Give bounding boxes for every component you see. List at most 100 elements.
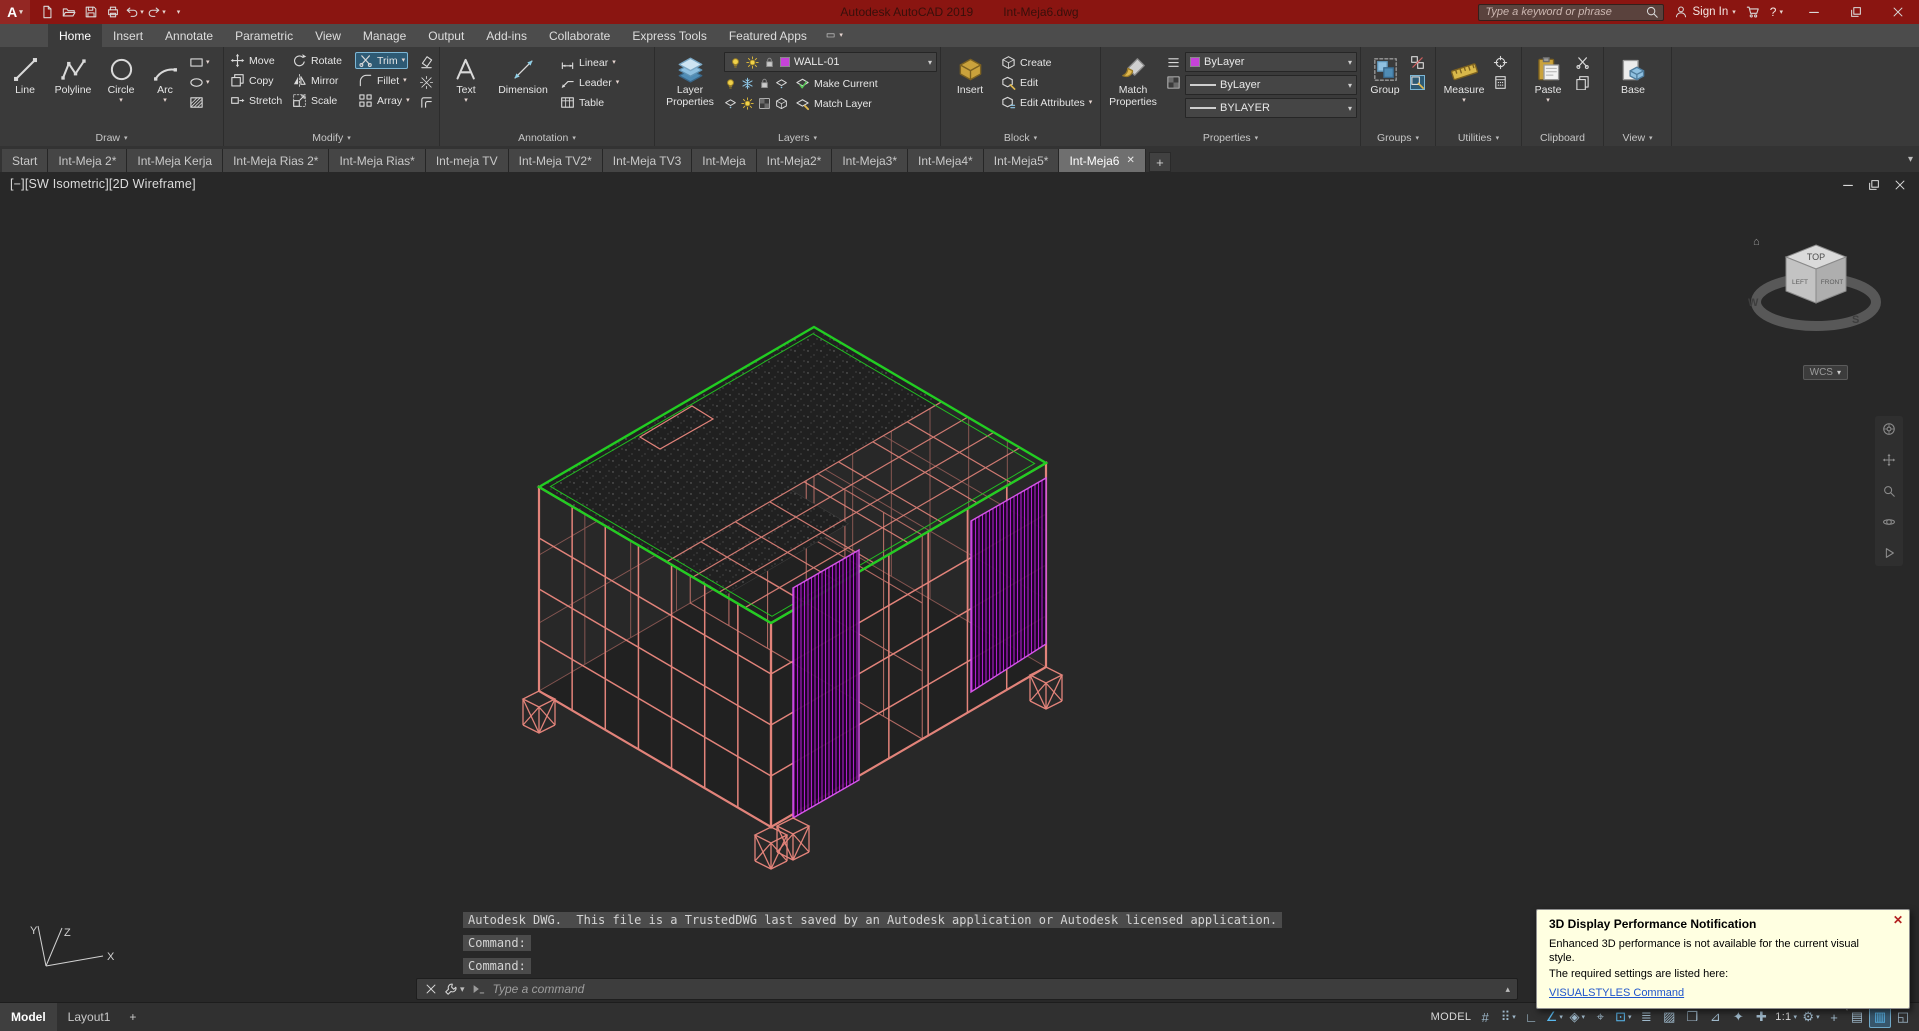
file-tab-int-meja-kerja[interactable]: Int-Meja Kerja: [127, 149, 223, 172]
file-tab-overflow-icon[interactable]: ▾: [1908, 154, 1913, 165]
door-panel[interactable]: [793, 550, 859, 818]
model-tab[interactable]: Model: [0, 1003, 57, 1031]
viewport-controls-label[interactable]: [−][SW Isometric][2D Wireframe]: [10, 177, 196, 191]
file-tab-int-meja2-[interactable]: Int-Meja2*: [757, 149, 833, 172]
explode-button[interactable]: [419, 75, 434, 90]
layer-isolate-button[interactable]: [775, 77, 788, 90]
ribbon-tab-view[interactable]: View: [304, 24, 352, 47]
expand-command-history-icon[interactable]: ▴: [1505, 984, 1510, 995]
layer-lock-button[interactable]: [758, 77, 771, 90]
properties-list-button[interactable]: [1166, 55, 1181, 70]
file-tab-int-meja-rias-2-[interactable]: Int-Meja Rias 2*: [223, 149, 329, 172]
ribbon-tab-home[interactable]: Home: [48, 24, 102, 47]
customize-command-button[interactable]: ▾: [444, 982, 465, 996]
linetype-dropdown[interactable]: BYLAYER ▾: [1185, 98, 1357, 118]
compass-south-label[interactable]: S: [1852, 314, 1859, 326]
close-tab-icon[interactable]: ✕: [1126, 155, 1134, 166]
group-edit-button[interactable]: [1410, 75, 1425, 90]
ribbon-tab-featured-apps[interactable]: Featured Apps: [718, 24, 818, 47]
ortho-mode-toggle[interactable]: ∟: [1520, 1006, 1542, 1028]
lineweight-dropdown[interactable]: ByLayer ▾: [1185, 75, 1357, 95]
ribbon-tab-express-tools[interactable]: Express Tools: [621, 24, 717, 47]
search-icon[interactable]: [1645, 5, 1659, 19]
new-button[interactable]: [36, 2, 57, 22]
cabinet-leg[interactable]: [755, 827, 787, 869]
quick-calculator-button[interactable]: [1493, 75, 1508, 90]
app-store-icon[interactable]: [1746, 5, 1760, 19]
cut-button[interactable]: [1575, 55, 1590, 70]
graphics-performance-toggle[interactable]: ▥: [1869, 1006, 1891, 1028]
clean-screen-button[interactable]: ◱: [1892, 1006, 1914, 1028]
layer-dropdown[interactable]: WALL-01 ▾: [724, 52, 937, 72]
rectangle-button[interactable]: ▾: [189, 55, 210, 70]
dynamic-ucs-toggle[interactable]: ⊿: [1704, 1006, 1726, 1028]
command-line[interactable]: ▾ ▴: [416, 978, 1518, 1000]
file-tab-int-meja4-[interactable]: Int-Meja4*: [908, 149, 984, 172]
chevron-down-icon[interactable]: ▾: [1348, 58, 1352, 67]
qat-menu-button[interactable]: ▾: [168, 2, 189, 22]
help-menu[interactable]: ?▾: [1770, 5, 1783, 19]
cabinet-leg[interactable]: [777, 818, 809, 860]
new-layout-button[interactable]: +: [121, 1003, 144, 1031]
sign-in-button[interactable]: Sign In ▾: [1674, 5, 1735, 19]
restore-drawing-icon[interactable]: [1867, 178, 1881, 192]
match-properties-button[interactable]: Match Properties: [1104, 50, 1162, 129]
search-input[interactable]: [1483, 5, 1641, 19]
layer-thaw-icon[interactable]: [746, 56, 759, 69]
match-layer-button[interactable]: Match Layer: [792, 95, 875, 112]
stretch-button[interactable]: Stretch: [227, 92, 289, 109]
new-drawing-tab-button[interactable]: +: [1149, 152, 1171, 172]
object-snap-toggle[interactable]: ⊡▾: [1612, 1006, 1634, 1028]
edit-block-button[interactable]: Edit: [998, 74, 1095, 91]
dimension-button[interactable]: Dimension: [491, 50, 555, 129]
layer-unlock-button[interactable]: [758, 97, 771, 110]
file-tab-int-meja-tv2-[interactable]: Int-Meja TV2*: [509, 149, 603, 172]
lineweight-toggle[interactable]: ≣: [1635, 1006, 1657, 1028]
restore-button[interactable]: [1835, 0, 1877, 24]
ribbon-tab-parametric[interactable]: Parametric: [224, 24, 304, 47]
text-button[interactable]: Text▾: [443, 50, 489, 129]
object-transparency-button[interactable]: [1166, 75, 1181, 90]
modify-panel-title[interactable]: Modify▾: [224, 129, 439, 146]
layout1-tab[interactable]: Layout1: [57, 1003, 122, 1031]
layer-freeze-button[interactable]: [741, 77, 754, 90]
move-button[interactable]: Move: [227, 52, 289, 69]
transparency-toggle[interactable]: ▨: [1658, 1006, 1680, 1028]
scale-button[interactable]: Scale: [289, 92, 355, 109]
ellipse-button[interactable]: ▾: [189, 75, 210, 90]
base-view-button[interactable]: Base: [1607, 50, 1659, 129]
workspace-switching-button[interactable]: ⚙▾: [1800, 1006, 1822, 1028]
close-command-icon[interactable]: [424, 982, 438, 996]
properties-panel-title[interactable]: Properties▾: [1101, 129, 1360, 146]
make-current-button[interactable]: Make Current: [792, 75, 881, 92]
navigation-wheel-icon[interactable]: [1882, 422, 1896, 436]
annotation-panel-title[interactable]: Annotation▾: [440, 129, 654, 146]
ungroup-button[interactable]: [1410, 55, 1425, 70]
polar-tracking-toggle[interactable]: ∠▾: [1543, 1006, 1565, 1028]
close-drawing-icon[interactable]: [1893, 178, 1907, 192]
insert-block-button[interactable]: Insert: [944, 50, 996, 129]
viewcube-cube[interactable]: TOP LEFT FRONT: [1786, 245, 1846, 303]
undo-button[interactable]: ▾: [124, 2, 145, 22]
measure-button[interactable]: Measure▾: [1439, 50, 1489, 129]
layer-color-swatch[interactable]: [780, 57, 790, 67]
wcs-badge[interactable]: WCS ▾: [1803, 365, 1848, 380]
annotation-visibility-toggle[interactable]: ✦: [1727, 1006, 1749, 1028]
minimize-button[interactable]: [1793, 0, 1835, 24]
layer-unisolate-button[interactable]: [724, 97, 737, 110]
orbit-icon[interactable]: [1882, 515, 1896, 529]
trim-button[interactable]: Trim▾: [355, 52, 408, 69]
file-tab-start[interactable]: Start: [2, 149, 48, 172]
layer-walk-button[interactable]: [775, 97, 788, 110]
snap-mode-toggle[interactable]: ⠿▾: [1497, 1006, 1519, 1028]
drawing-canvas[interactable]: [0, 172, 1919, 1002]
layer-properties-button[interactable]: Layer Properties: [658, 50, 722, 129]
file-tab-int-meja-tv[interactable]: Int-meja TV: [426, 149, 509, 172]
ribbon-tab-add-ins[interactable]: Add-ins: [475, 24, 538, 47]
layer-lock-icon[interactable]: [763, 56, 776, 69]
layers-panel-title[interactable]: Layers▾: [655, 129, 940, 146]
model-space-button[interactable]: MODEL: [1429, 1006, 1474, 1028]
file-tab-int-meja-tv3[interactable]: Int-Meja TV3: [603, 149, 692, 172]
offset-button[interactable]: [419, 95, 434, 110]
layer-off-button[interactable]: [724, 77, 737, 90]
